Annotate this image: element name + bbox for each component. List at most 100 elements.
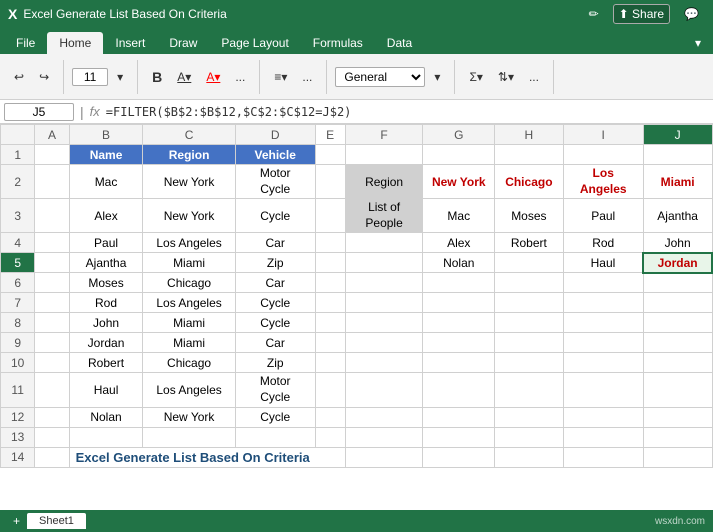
cell-h5[interactable] xyxy=(495,253,564,273)
cell-d7[interactable]: Cycle xyxy=(235,293,315,313)
cell-g12[interactable] xyxy=(423,407,495,427)
row-header-13[interactable]: 13 xyxy=(1,427,35,447)
cell-i10[interactable] xyxy=(563,353,643,373)
cell-g11[interactable] xyxy=(423,373,495,407)
more-format-button[interactable]: ... xyxy=(229,67,251,87)
cell-j9[interactable] xyxy=(643,333,712,353)
col-e[interactable]: E xyxy=(315,125,345,145)
row-header-4[interactable]: 4 xyxy=(1,233,35,253)
row-header-7[interactable]: 7 xyxy=(1,293,35,313)
cell-b12[interactable]: Nolan xyxy=(69,407,143,427)
cell-f5[interactable] xyxy=(345,253,423,273)
cell-f13[interactable] xyxy=(345,427,423,447)
redo-button[interactable]: ↪ xyxy=(33,67,55,87)
cell-d2[interactable]: MotorCycle xyxy=(235,165,315,199)
row-header-10[interactable]: 10 xyxy=(1,353,35,373)
cell-f1[interactable] xyxy=(345,145,423,165)
tab-formulas[interactable]: Formulas xyxy=(301,32,375,54)
cell-e4[interactable] xyxy=(315,233,345,253)
cell-a4[interactable] xyxy=(35,233,69,253)
col-b[interactable]: B xyxy=(69,125,143,145)
row-header-11[interactable]: 11 xyxy=(1,373,35,407)
cell-b11[interactable]: Haul xyxy=(69,373,143,407)
cell-j12[interactable] xyxy=(643,407,712,427)
font-size-dropdown[interactable]: ▾ xyxy=(111,67,129,87)
cell-i5[interactable]: Haul xyxy=(563,253,643,273)
cell-i2[interactable]: LosAngeles xyxy=(563,165,643,199)
cell-b2[interactable]: Mac xyxy=(69,165,143,199)
cell-a7[interactable] xyxy=(35,293,69,313)
tab-data[interactable]: Data xyxy=(375,32,424,54)
tab-page-layout[interactable]: Page Layout xyxy=(209,32,300,54)
cell-e9[interactable] xyxy=(315,333,345,353)
cell-i8[interactable] xyxy=(563,313,643,333)
cell-g10[interactable] xyxy=(423,353,495,373)
row-header-1[interactable]: 1 xyxy=(1,145,35,165)
add-sheet-button[interactable]: + xyxy=(8,513,25,529)
undo-button[interactable]: ↩ xyxy=(8,67,30,87)
cell-c8[interactable]: Miami xyxy=(143,313,235,333)
cell-a8[interactable] xyxy=(35,313,69,333)
cell-c13[interactable] xyxy=(143,427,235,447)
cell-b10[interactable]: Robert xyxy=(69,353,143,373)
sum-button[interactable]: Σ▾ xyxy=(463,67,488,87)
cell-g4[interactable]: Alex xyxy=(423,233,495,253)
cell-i4[interactable]: Rod xyxy=(563,233,643,253)
cell-f8[interactable] xyxy=(345,313,423,333)
cell-i14[interactable] xyxy=(563,447,643,467)
cell-e11[interactable] xyxy=(315,373,345,407)
cell-e10[interactable] xyxy=(315,353,345,373)
cell-b13[interactable] xyxy=(69,427,143,447)
cell-d5[interactable]: Zip xyxy=(235,253,315,273)
cell-e8[interactable] xyxy=(315,313,345,333)
cell-h14[interactable] xyxy=(495,447,564,467)
cell-j11[interactable] xyxy=(643,373,712,407)
cell-g3[interactable]: Mac xyxy=(423,199,495,233)
cell-f4[interactable] xyxy=(345,233,423,253)
cell-h10[interactable] xyxy=(495,353,564,373)
cell-d1[interactable]: Vehicle xyxy=(235,145,315,165)
cell-c9[interactable]: Miami xyxy=(143,333,235,353)
cell-h13[interactable] xyxy=(495,427,564,447)
cell-c7[interactable]: Los Angeles xyxy=(143,293,235,313)
cell-i9[interactable] xyxy=(563,333,643,353)
cell-a1[interactable] xyxy=(35,145,69,165)
cell-i6[interactable] xyxy=(563,273,643,293)
col-j[interactable]: J xyxy=(643,125,712,145)
cell-b9[interactable]: Jordan xyxy=(69,333,143,353)
cell-i11[interactable] xyxy=(563,373,643,407)
cell-b3[interactable]: Alex xyxy=(69,199,143,233)
col-i[interactable]: I xyxy=(563,125,643,145)
highlight-button[interactable]: A▾ xyxy=(171,67,197,87)
cell-b8[interactable]: John xyxy=(69,313,143,333)
cell-a14[interactable] xyxy=(35,447,69,467)
cell-b4[interactable]: Paul xyxy=(69,233,143,253)
col-c[interactable]: C xyxy=(143,125,235,145)
cell-h2[interactable]: Chicago xyxy=(495,165,564,199)
cell-h7[interactable] xyxy=(495,293,564,313)
cell-j1[interactable] xyxy=(643,145,712,165)
cell-g13[interactable] xyxy=(423,427,495,447)
cell-f11[interactable] xyxy=(345,373,423,407)
cell-g1[interactable] xyxy=(423,145,495,165)
cell-j2[interactable]: Miami xyxy=(643,165,712,199)
bold-button[interactable]: B xyxy=(146,66,168,88)
cell-g14[interactable] xyxy=(423,447,495,467)
cell-j10[interactable] xyxy=(643,353,712,373)
cell-d11[interactable]: MotorCycle xyxy=(235,373,315,407)
cell-a2[interactable] xyxy=(35,165,69,199)
cell-g9[interactable] xyxy=(423,333,495,353)
sort-button[interactable]: ⇅▾ xyxy=(492,67,520,87)
col-f[interactable]: F xyxy=(345,125,423,145)
col-g[interactable]: G xyxy=(423,125,495,145)
cell-e5[interactable] xyxy=(315,253,345,273)
cell-b5[interactable]: Ajantha xyxy=(69,253,143,273)
pen-button[interactable]: ✏ xyxy=(583,4,605,24)
cell-c2[interactable]: New York xyxy=(143,165,235,199)
cell-a3[interactable] xyxy=(35,199,69,233)
cell-d13[interactable] xyxy=(235,427,315,447)
cell-j6[interactable] xyxy=(643,273,712,293)
cell-f7[interactable] xyxy=(345,293,423,313)
cell-h3[interactable]: Moses xyxy=(495,199,564,233)
cell-g5[interactable]: Nolan xyxy=(423,253,495,273)
